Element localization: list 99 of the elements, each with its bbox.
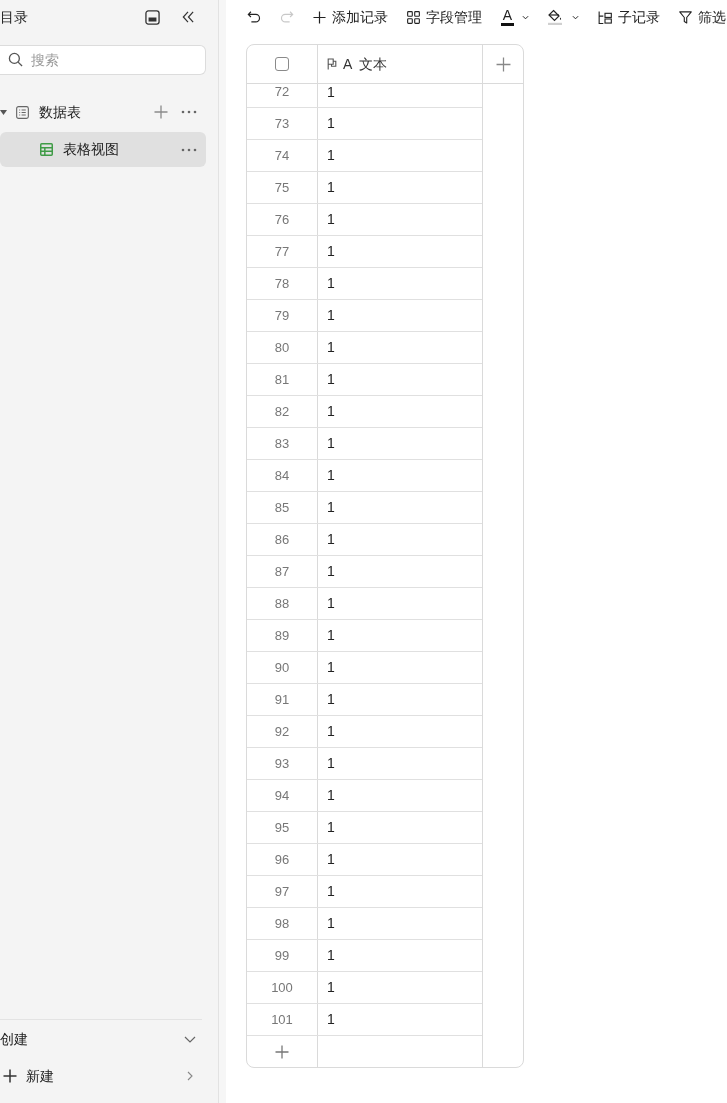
triangle-icon[interactable] [0,109,7,115]
table-cell-text: 1 [326,146,336,165]
table-cell-text: 1 [326,178,336,197]
view-item[interactable]: 表格视图 [0,132,206,167]
paint-bucket-icon [548,9,562,25]
tree-item-label[interactable]: 数据表 [39,101,154,123]
row-number: 75 [247,172,318,203]
table-cell-text: 1 [326,530,336,549]
section-title[interactable]: 创建 [0,1028,184,1050]
table-cell-text: 1 [326,562,336,581]
plus-icon[interactable] [3,1069,17,1083]
search-field[interactable]: 搜索 [0,45,206,75]
row-number: 98 [247,908,318,939]
row-number: 87 [247,556,318,587]
table-cell-text: 1 [326,978,336,997]
grid-icon [40,143,53,156]
row-number: 80 [247,332,318,363]
search-icon [8,52,23,67]
table-cell-text: 1 [326,466,336,485]
row-number: 99 [247,940,318,971]
collapse-sidebar-icon[interactable] [181,10,195,24]
row-number: 89 [247,620,318,651]
row-number: 101 [247,1004,318,1035]
text-color-button[interactable]: A [501,8,529,26]
table-cell-text: 1 [326,690,336,709]
row-number: 92 [247,716,318,747]
list-icon [16,105,29,119]
row-number: 93 [247,748,318,779]
undo-icon [247,10,261,24]
table-cell-text: 1 [326,210,336,229]
caret-down-icon [572,14,579,20]
sub-record-button[interactable]: 子记录 [598,7,660,27]
table-cell-text: 1 [326,946,336,965]
table-cell-text: 1 [326,754,336,773]
table-cell-text: 1 [326,850,336,869]
text-type-icon: A [343,55,353,73]
table-cell-text: 1 [326,274,336,293]
plus-icon[interactable] [495,56,511,72]
row-number: 77 [247,236,318,267]
row-number: 88 [247,588,318,619]
row-number: 73 [247,108,318,139]
hierarchy-icon [598,10,612,24]
table-cell-text: 1 [326,84,336,102]
row-number: 85 [247,492,318,523]
row-number: 96 [247,844,318,875]
new-item-label[interactable]: 新建 [26,1065,187,1087]
chevron-right-icon[interactable] [187,1071,193,1081]
chevron-down-icon[interactable] [184,1035,196,1043]
row-number: 76 [247,204,318,235]
row-number: 100 [247,972,318,1003]
table-cell-text: 1 [326,722,336,741]
table-cell-text: 1 [326,402,336,421]
view-label[interactable]: 表格视图 [63,139,181,160]
filter-button[interactable]: 筛选 [679,7,726,27]
plus-icon[interactable] [275,1044,289,1059]
row-number: 91 [247,684,318,715]
table-cell-text: 1 [326,882,336,901]
table-cell-text: 1 [326,658,336,677]
square-bar-icon[interactable] [145,9,160,25]
plus-icon [313,10,326,24]
row-number: 81 [247,364,318,395]
row-number: 72 [247,84,318,107]
fill-color-button[interactable] [548,9,579,25]
redo-icon [280,10,294,24]
row-number: 95 [247,812,318,843]
add-record-button[interactable]: 添加记录 [313,7,388,27]
row-number: 86 [247,524,318,555]
row-number: 94 [247,780,318,811]
four-squares-icon [407,10,420,24]
row-number: 97 [247,876,318,907]
field-manager-button[interactable]: 字段管理 [407,7,482,27]
caret-down-icon [522,14,529,20]
filter-icon [679,10,692,24]
row-number: 83 [247,428,318,459]
more-icon[interactable] [181,147,197,152]
column-header[interactable]: 文本 [359,55,388,73]
table-cell-text: 1 [326,626,336,645]
row-number: 90 [247,652,318,683]
table-cell-text: 1 [326,338,336,357]
more-icon[interactable] [181,110,197,114]
table-cell-text: 1 [326,818,336,837]
row-number: 82 [247,396,318,427]
table-cell-text: 1 [326,786,336,805]
select-all-checkbox[interactable] [275,57,289,71]
table-cell-text: 1 [326,306,336,325]
table-cell-text: 1 [326,242,336,261]
table-cell-text: 1 [326,914,336,933]
row-number: 84 [247,460,318,491]
row-number: 74 [247,140,318,171]
table-cell-text: 1 [326,498,336,517]
table-cell-text: 1 [326,114,336,133]
undo-button[interactable] [247,10,261,24]
table-cell-text: 1 [326,434,336,453]
sidebar-title: 目录 [0,7,29,27]
table-cell-text: 1 [326,1010,336,1029]
table-cell-text: 1 [326,370,336,389]
row-number: 78 [247,268,318,299]
row-number: 79 [247,300,318,331]
table-cell-text: 1 [326,594,336,613]
